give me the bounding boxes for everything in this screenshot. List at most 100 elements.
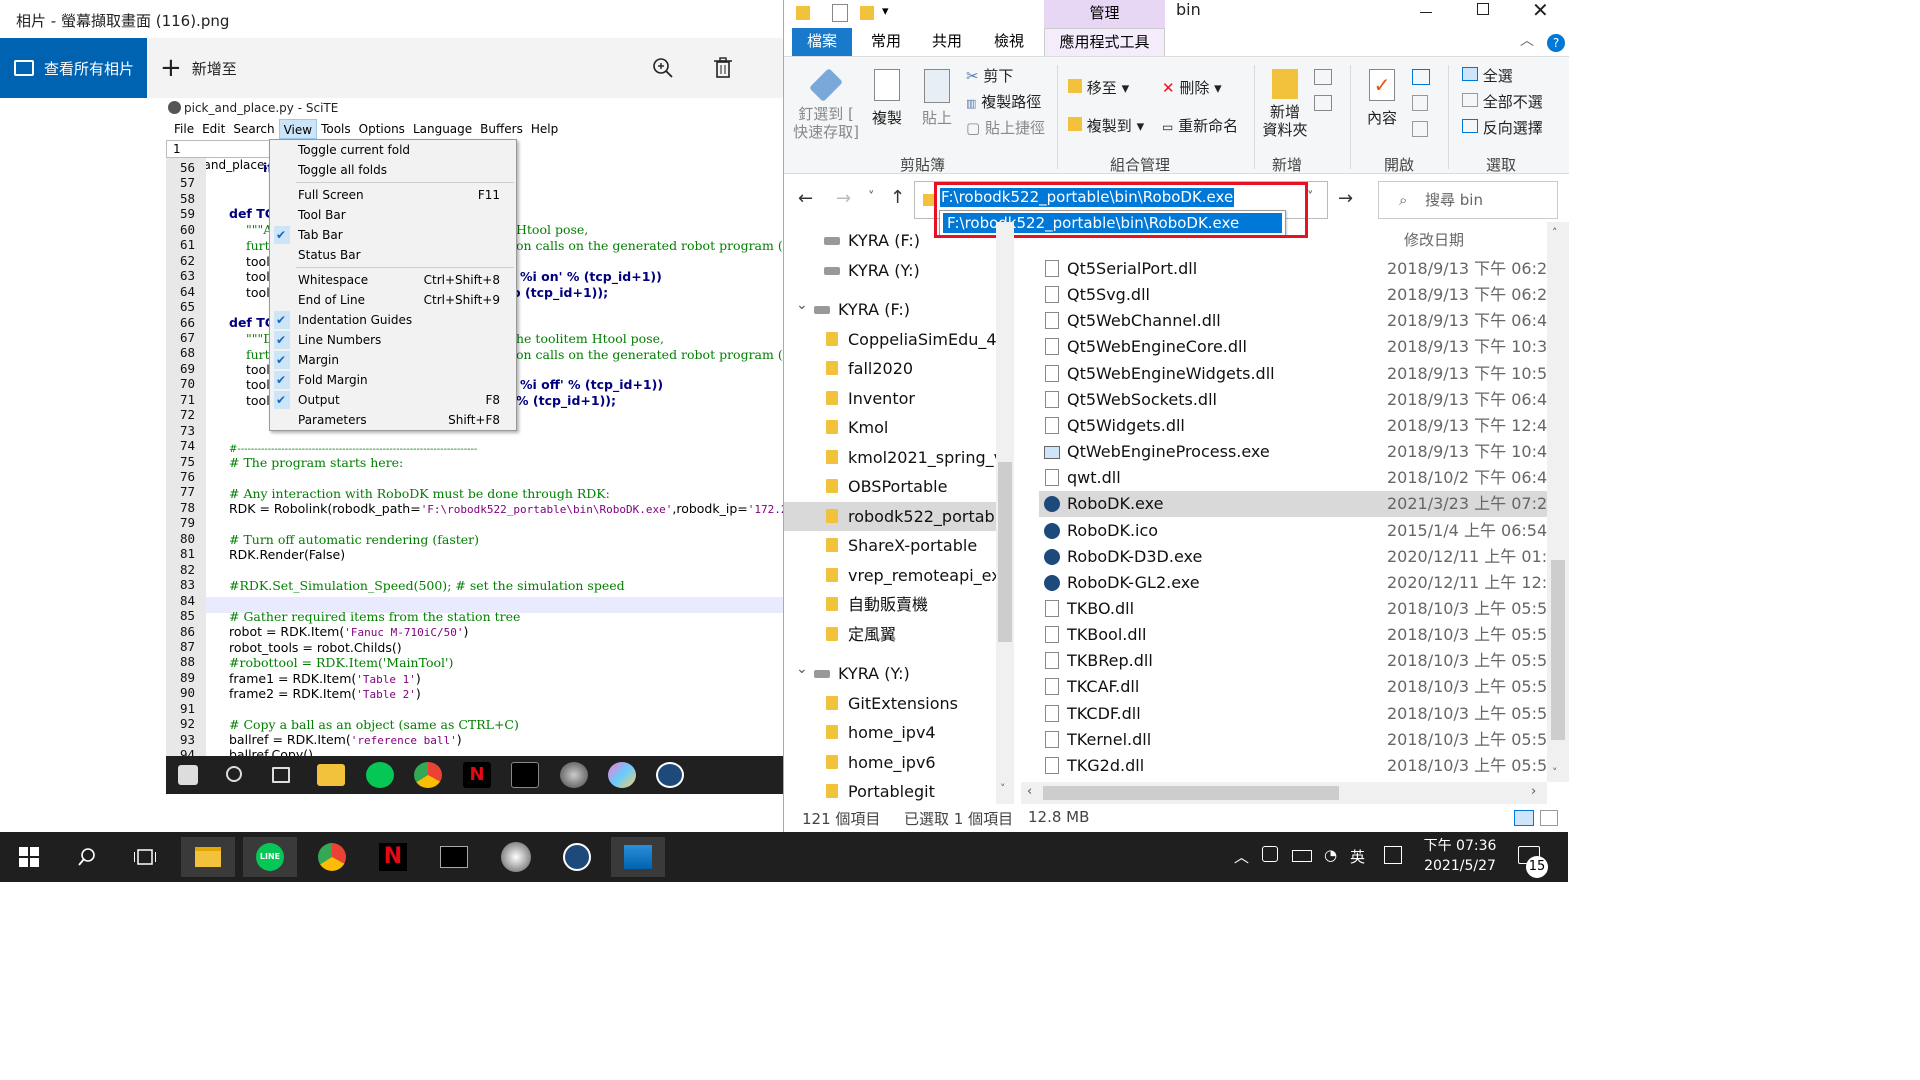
scite-menu-view[interactable]: View [278,119,318,139]
nav-item[interactable]: CoppeliaSimEdu_4.2.0 [784,325,998,354]
paste-button[interactable]: 貼上 [916,69,958,128]
device-icon[interactable] [1262,846,1278,862]
scite-menu-search[interactable]: Search [229,119,278,139]
chevron-down-icon[interactable]: ▾ [882,4,889,19]
nav-scroll-thumb[interactable] [998,462,1012,642]
nav-item[interactable]: KYRA (F:) [784,226,998,255]
file-row[interactable]: Qt5WebSockets.dll 2018/9/13 下午 06:45 [1039,387,1557,413]
copy-path-button[interactable]: ▥ 複製路徑 [966,91,1041,112]
nav-item[interactable]: ShareX-portable [784,531,998,560]
history-icon[interactable] [1412,121,1428,137]
scite-menu-help[interactable]: Help [527,119,562,139]
tab-view[interactable]: 檢視 [989,28,1029,56]
tab-share[interactable]: 共用 [927,28,967,56]
search-input[interactable]: ⌕ 搜尋 bin [1378,181,1558,219]
recent-chevron-icon[interactable]: ˅ [868,190,875,205]
easy-access-icon[interactable] [1314,95,1332,111]
properties-button[interactable]: ✓ 內容 [1356,69,1408,128]
view-menu-item[interactable]: Toggle current fold [270,140,516,160]
view-menu-item[interactable]: Parameters Shift+F8 [270,410,516,430]
nav-scrollbar[interactable]: ˅ [996,222,1014,804]
nav-item[interactable]: kmol2021_spring_v1 [784,443,998,472]
edit-icon[interactable] [1412,95,1428,111]
view-menu-item[interactable]: ✔ Tab Bar [270,225,516,245]
file-row[interactable]: RoboDK.ico 2015/1/4 上午 06:54 [1039,518,1549,544]
maximize-icon[interactable] [1477,3,1489,15]
file-row[interactable]: Qt5SerialPort.dll 2018/9/13 下午 06:27 [1039,256,1557,282]
help-icon[interactable]: ? [1547,34,1565,52]
nav-item[interactable]: Inventor [784,384,998,413]
details-view-icon[interactable] [1514,810,1534,826]
up-arrow-icon[interactable]: ↑ [890,187,905,208]
file-row[interactable]: RoboDK.exe 2021/3/23 上午 07:25 [1039,491,1557,518]
file-row[interactable]: TKCAF.dll 2018/10/3 上午 05:59 [1039,674,1557,700]
nav-item[interactable]: GitExtensions [784,689,998,718]
file-row[interactable]: Qt5Widgets.dll 2018/9/13 下午 12:43 [1039,413,1557,439]
back-arrow-icon[interactable]: ← [798,188,813,209]
copy-button[interactable]: 複製 [866,69,908,128]
file-row[interactable]: qwt.dll 2018/10/2 下午 06:43 [1039,465,1557,491]
nav-item[interactable]: 自動販賣機 [784,590,998,619]
taskbar-terminal[interactable] [427,837,481,877]
scroll-thumb[interactable] [1551,560,1565,740]
scroll-left-icon[interactable]: ‹ [1027,784,1032,799]
select-none-button[interactable]: 全部不選 [1462,91,1543,112]
taskbar-robodk[interactable] [550,837,604,877]
file-row[interactable]: QtWebEngineProcess.exe 2018/9/13 下午 10:49 [1039,439,1557,465]
view-menu-item[interactable]: Tool Bar [270,205,516,225]
scroll-right-icon[interactable]: › [1531,784,1536,799]
taskbar-line[interactable]: LINE [243,837,297,877]
go-arrow-icon[interactable]: → [1338,188,1353,209]
scroll-down-icon[interactable]: ˅ [1552,766,1558,779]
file-row[interactable]: TKernel.dll 2018/10/3 上午 05:51 [1039,727,1557,753]
nav-item[interactable]: Portablegit [784,777,998,802]
nav-item[interactable]: KYRA (Y:) [784,256,998,285]
file-row[interactable]: Qt5Svg.dll 2018/9/13 下午 06:26 [1039,282,1557,308]
nav-item[interactable]: fall2020 [784,354,998,383]
file-row[interactable]: Qt5WebEngineCore.dll 2018/9/13 下午 10:38 [1039,334,1557,360]
view-menu-item[interactable]: Status Bar [270,245,516,265]
new-folder-icon[interactable] [860,6,874,20]
add-to-button[interactable]: + 新增至 [160,38,237,98]
wifi-icon[interactable]: ◔ [1324,846,1337,864]
select-all-button[interactable]: 全選 [1462,65,1513,86]
nav-item[interactable]: robodk522_portable [784,501,998,531]
view-menu-item[interactable]: ✔ Line Numbers [270,330,516,350]
taskbar-netflix[interactable]: N [366,837,420,877]
battery-icon[interactable] [1292,850,1312,862]
show-hidden-icons-icon[interactable]: ︿ [1234,846,1249,867]
task-view-button[interactable] [118,837,172,877]
file-row[interactable]: RoboDK-D3D.exe 2020/12/11 上午 01:1 [1039,544,1557,570]
new-item-icon[interactable] [1314,69,1332,85]
file-row[interactable]: TKBO.dll 2018/10/3 上午 05:56 [1039,596,1557,622]
ime-mode-icon[interactable] [1384,846,1402,864]
nav-item[interactable]: home_ipv6 [784,748,998,777]
pin-quick-access-button[interactable]: 釘選到 [ 快速存取] [792,68,860,141]
new-folder-button[interactable]: 新增 資料夾 [1260,69,1310,139]
paste-shortcut-button[interactable]: ▢ 貼上捷徑 [966,117,1045,138]
taskbar-photos[interactable] [611,837,665,877]
file-row[interactable]: TKG2d.dll 2018/10/3 上午 05:52 [1039,753,1557,779]
scite-menu-options[interactable]: Options [355,119,409,139]
scite-menu-buffers[interactable]: Buffers [476,119,527,139]
file-row[interactable]: TKCDF.dll 2018/10/3 上午 05:52 [1039,701,1557,727]
file-list-scrollbar[interactable]: ˄ ˅ [1547,222,1569,782]
scite-menu-edit[interactable]: Edit [198,119,229,139]
expand-chevron-icon[interactable]: ⌄ [796,659,808,684]
view-menu-item[interactable]: ✔ Output F8 [270,390,516,410]
copy-to-button[interactable]: 複製到 ▾ [1068,115,1144,136]
delete-button[interactable]: ✕ 刪除 ▾ [1162,77,1222,98]
open-icon[interactable] [1412,69,1430,85]
nav-item[interactable]: ⌄ KYRA (Y:) [784,659,998,688]
file-row[interactable]: Qt5WebChannel.dll 2018/9/13 下午 06:49 [1039,308,1557,334]
tab-application-tools[interactable]: 應用程式工具 [1044,28,1165,56]
nav-item[interactable]: vrep_remoteapi_ex [784,561,998,590]
search-button[interactable] [60,837,114,877]
view-menu-item[interactable]: ✔ Indentation Guides [270,310,516,330]
large-icons-view-icon[interactable] [1540,810,1558,826]
file-row[interactable]: RoboDK-GL2.exe 2020/12/11 上午 12:3 [1039,570,1557,596]
close-icon[interactable]: ✕ [1532,0,1549,22]
nav-item[interactable]: OBSPortable [784,472,998,501]
view-menu-item[interactable]: ✔ Margin [270,350,516,370]
tab-home[interactable]: 常用 [866,28,906,56]
